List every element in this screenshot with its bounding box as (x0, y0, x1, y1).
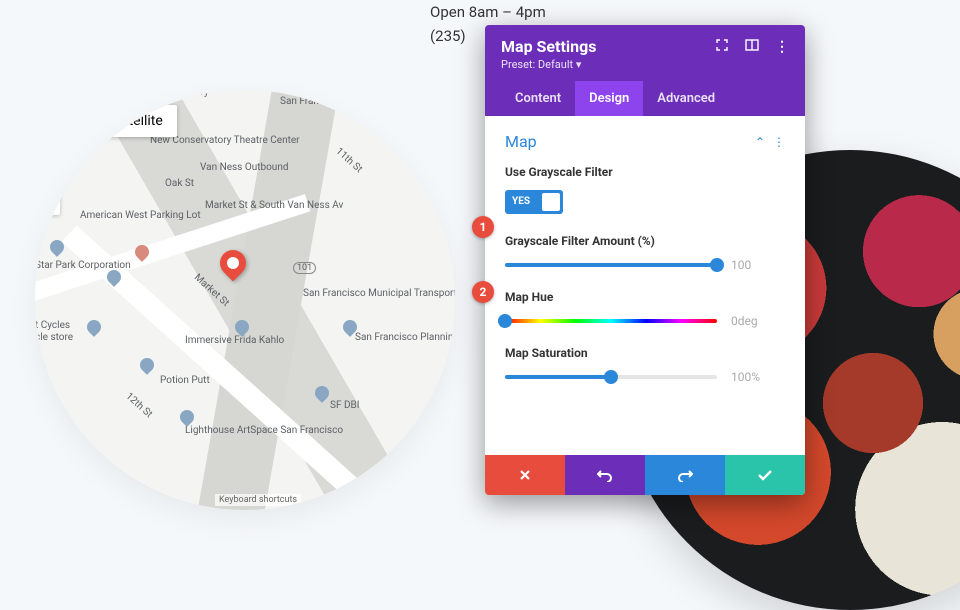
map-type-map[interactable]: Map (43, 105, 99, 137)
label-market-st: Market St (192, 272, 231, 309)
fullscreen-icon (423, 115, 437, 129)
cancel-button[interactable] (485, 455, 565, 495)
label-american-west: American West Parking Lot (80, 210, 201, 221)
map-hue-label: Map Hue (505, 290, 785, 304)
close-icon (518, 468, 532, 482)
save-button[interactable] (725, 455, 805, 495)
label-planning: San Francisco Planning (355, 332, 455, 343)
panel-body: Map ⌃ ⋮ Use Grayscale Filter YES Graysca… (485, 116, 805, 455)
map-type-toggle: Map Satellite (43, 105, 177, 137)
slider-thumb[interactable] (498, 314, 512, 328)
collapse-icon[interactable]: ⌃ (755, 135, 765, 149)
map-type-satellite[interactable]: Satellite (99, 105, 177, 137)
label-van-ness: Van Ness Outbound (200, 162, 288, 173)
poi-pin (180, 410, 194, 428)
section-kebab-icon[interactable]: ⋮ (773, 135, 785, 149)
poi-pin (235, 320, 249, 338)
grayscale-amount-label: Grayscale Filter Amount (%) (505, 234, 785, 248)
tab-design[interactable]: Design (575, 81, 643, 116)
redo-button[interactable] (645, 455, 725, 495)
map-container[interactable]: Hickory San Francisco City Public Works … (35, 90, 455, 510)
expand-icon[interactable] (715, 38, 729, 56)
slider-thumb[interactable] (710, 258, 724, 272)
map-hue-value[interactable]: 0deg (731, 314, 785, 328)
check-icon (757, 468, 773, 482)
poi-pin (315, 386, 329, 404)
label-public-works: San Francisco City Public Works (280, 96, 423, 107)
tab-content[interactable]: Content (501, 81, 575, 116)
label-hickory: Hickory (175, 90, 209, 98)
preset-dropdown[interactable]: Preset: Default ▾ (501, 58, 789, 81)
grayscale-amount-value[interactable]: 100 (731, 258, 785, 272)
fullscreen-button[interactable] (413, 105, 447, 139)
label-potion: Potion Putt (160, 375, 210, 386)
poi-pin (140, 358, 154, 376)
label-lighthouse: Lighthouse ArtSpace San Francisco (185, 425, 343, 436)
label-eleventh: 11th St (333, 146, 364, 175)
label-twelfth: 12th St (123, 391, 154, 420)
map-saturation-slider[interactable] (505, 375, 717, 379)
label-cycles-store: cle store (35, 332, 73, 343)
zoom-controls: + − (35, 155, 60, 215)
zoom-out-button[interactable]: − (35, 185, 60, 215)
map-canvas[interactable]: Hickory San Francisco City Public Works … (35, 90, 455, 510)
panel-title: Map Settings (501, 37, 596, 56)
redo-icon (677, 468, 693, 482)
map-saturation-value[interactable]: 100% (731, 370, 785, 384)
label-hwy-101: 101 (293, 262, 316, 274)
settings-panel: Map Settings ⋮ Preset: Default ▾ Content… (485, 25, 805, 495)
poi-pin (135, 245, 149, 263)
map-hue-slider[interactable] (505, 319, 717, 323)
label-muni: San Francisco Municipal Transportation A… (303, 288, 455, 299)
map-saturation-label: Map Saturation (505, 346, 785, 360)
panel-footer (485, 455, 805, 495)
hours-text: Open 8am – 4pm (430, 0, 546, 24)
toggle-knob (542, 193, 560, 211)
grayscale-toggle[interactable]: YES (505, 190, 563, 214)
undo-icon (597, 468, 613, 482)
keyboard-shortcuts-link[interactable]: Keyboard shortcuts (215, 494, 301, 506)
annotation-1: 1 (472, 216, 494, 238)
label-oak: Oak St (165, 178, 194, 189)
undo-button[interactable] (565, 455, 645, 495)
poi-pin (50, 240, 64, 258)
kebab-icon[interactable]: ⋮ (775, 39, 789, 55)
grayscale-filter-label: Use Grayscale Filter (505, 165, 785, 179)
layout-icon[interactable] (745, 38, 759, 56)
annotation-2: 2 (472, 281, 494, 303)
label-cycles: t Cycles (35, 320, 70, 331)
label-sf-dbi: SF DBI (330, 400, 359, 411)
section-title-map[interactable]: Map (505, 132, 537, 151)
slider-thumb[interactable] (604, 370, 618, 384)
toggle-yes-label: YES (512, 196, 530, 207)
tab-advanced[interactable]: Advanced (643, 81, 729, 116)
panel-tabs: Content Design Advanced (501, 81, 789, 116)
poi-pin (87, 320, 101, 338)
poi-pin (343, 320, 357, 338)
panel-header: Map Settings ⋮ Preset: Default ▾ Content… (485, 25, 805, 116)
poi-pin (107, 270, 121, 288)
zoom-in-button[interactable]: + (35, 155, 60, 185)
grayscale-amount-slider[interactable] (505, 263, 717, 267)
label-market-south: Market St & South Van Ness Av (205, 200, 343, 211)
